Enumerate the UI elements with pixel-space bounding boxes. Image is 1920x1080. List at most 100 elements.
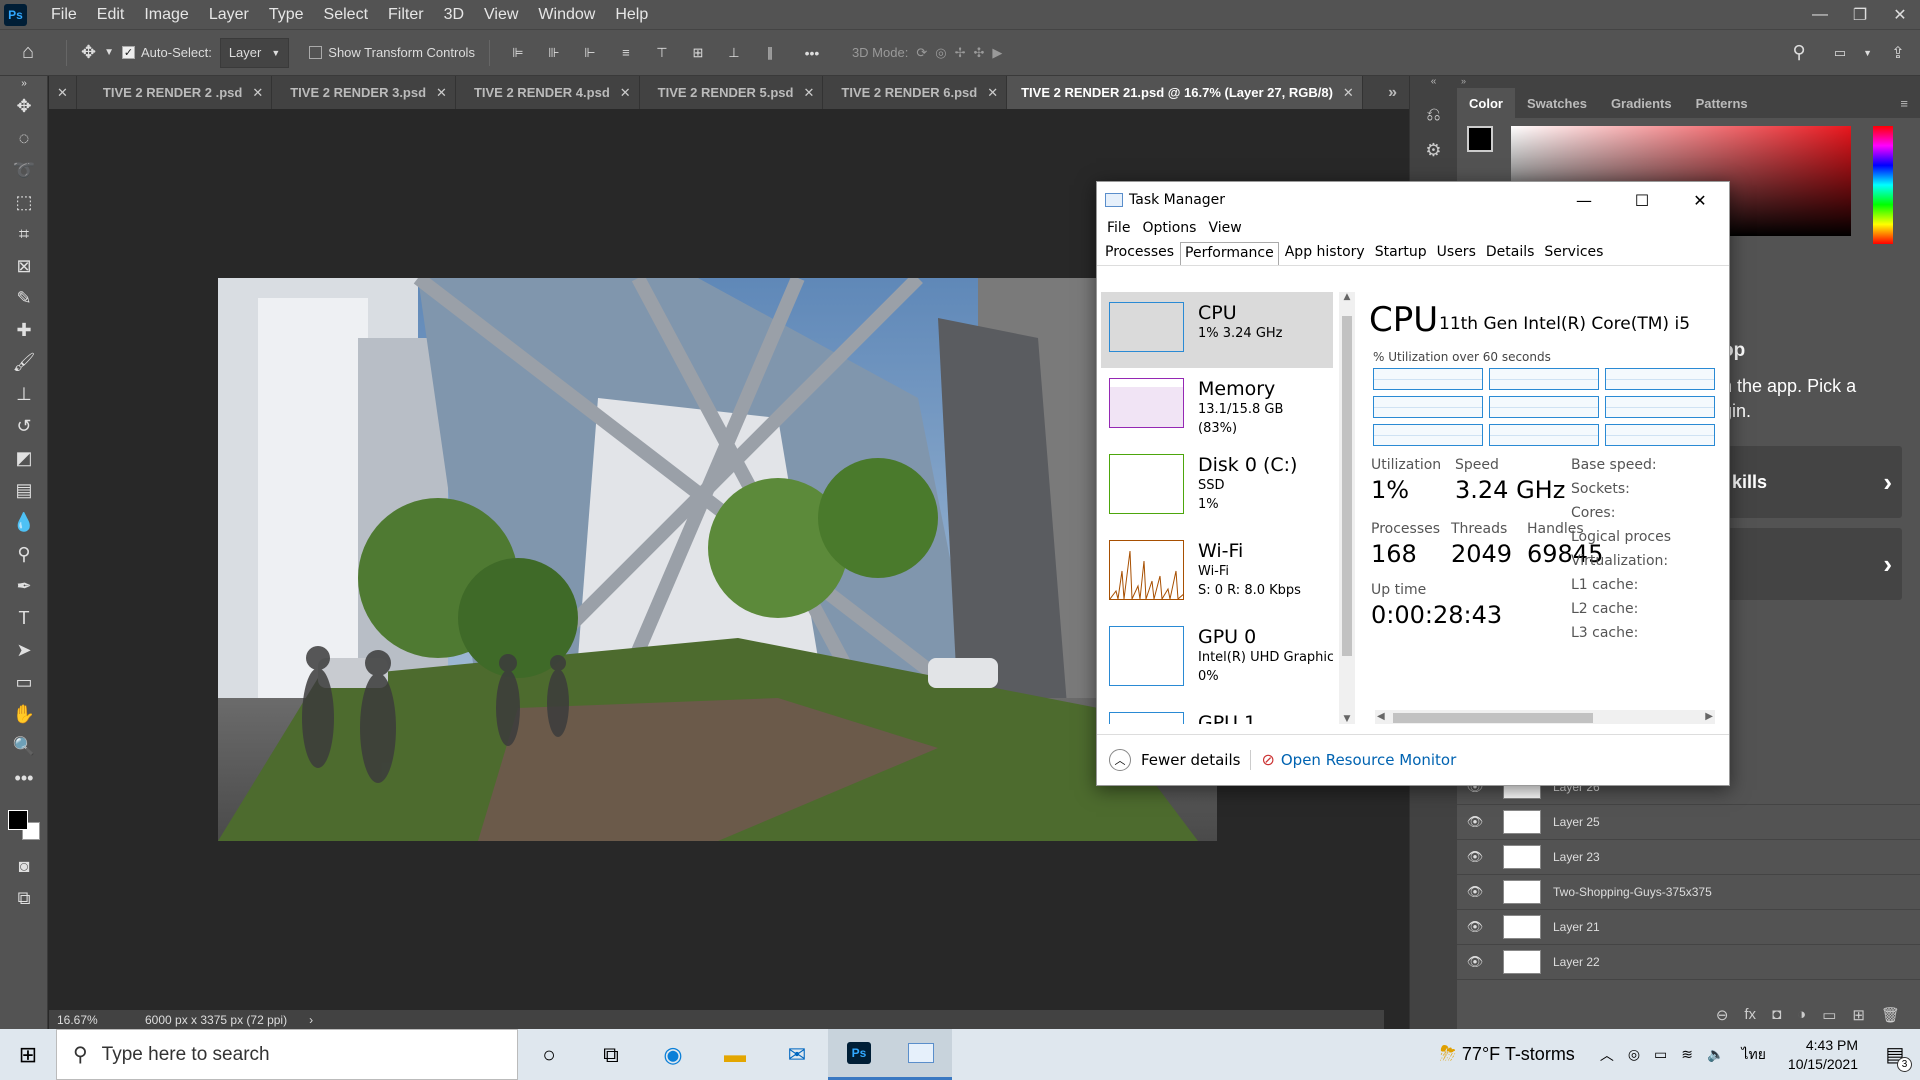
scrollbar-thumb[interactable] (1342, 316, 1352, 656)
menu-view[interactable]: View (474, 6, 528, 24)
menu-window[interactable]: Window (528, 6, 605, 24)
collapse-icon[interactable]: » (0, 76, 48, 90)
move-tool-icon[interactable]: ✥ (0, 90, 48, 122)
share-icon[interactable]: ⇪ (1880, 38, 1916, 68)
layer-row[interactable]: 👁 Two-Shopping-Guys-375x375 (1457, 875, 1920, 910)
zoom-tool-icon[interactable]: 🔍 (0, 730, 48, 762)
mail-icon[interactable]: ✉ (766, 1029, 828, 1080)
weather-icon[interactable]: ⛈ (1440, 1043, 1456, 1066)
scroll-down-icon[interactable]: ▼ (1339, 714, 1355, 724)
webcam-icon[interactable]: ◎ (1628, 1046, 1640, 1063)
eraser-tool-icon[interactable]: ◩ (0, 442, 48, 474)
layer-row[interactable]: 👁 Layer 21 (1457, 910, 1920, 945)
tab-performance[interactable]: Performance (1180, 242, 1279, 265)
clock[interactable]: 4:43 PM 10/15/2021 (1788, 1036, 1858, 1074)
open-resource-monitor-link[interactable]: Open Resource Monitor (1281, 751, 1456, 769)
type-tool-icon[interactable]: T (0, 602, 48, 634)
tab-render-2[interactable]: ✕ (49, 76, 77, 109)
edit-toolbar-icon[interactable]: ••• (0, 762, 48, 794)
tm-menu-file[interactable]: File (1101, 218, 1136, 242)
taskbar-search-box[interactable]: ⚲ Type here to search (56, 1029, 518, 1080)
link-layers-icon[interactable]: ⊖ (1716, 1006, 1729, 1024)
brush-tool-icon[interactable]: 🖌 (0, 346, 48, 378)
close-icon[interactable]: ✕ (252, 85, 263, 101)
collapse-icon[interactable]: » (1457, 76, 1920, 88)
new-layer-icon[interactable]: ⊞ (1852, 1006, 1865, 1024)
tab-render-5[interactable]: TIVE 2 RENDER 5.psd ✕ (640, 76, 824, 109)
status-menu-icon[interactable]: › (309, 1013, 313, 1027)
color-swatches[interactable] (0, 794, 47, 850)
close-icon[interactable]: ✕ (987, 85, 998, 101)
windows-start-icon[interactable]: ⊞ (0, 1029, 56, 1080)
scrollbar-thumb[interactable] (1393, 713, 1593, 723)
resource-wifi[interactable]: Wi-Fi Wi-Fi S: 0 R: 8.0 Kbps (1101, 530, 1333, 616)
chevron-down-icon[interactable]: ▼ (1863, 38, 1872, 68)
learn-card-2[interactable]: › (1722, 528, 1902, 600)
hue-slider[interactable] (1873, 126, 1893, 244)
resource-memory[interactable]: Memory 13.1/15.8 GB (83%) (1101, 368, 1333, 444)
close-icon[interactable]: ✕ (803, 85, 814, 101)
add-mask-icon[interactable]: ◘ (1772, 1006, 1781, 1023)
tab-render-4[interactable]: TIVE 2 RENDER 4.psd ✕ (456, 76, 640, 109)
render-image[interactable] (218, 278, 1217, 841)
tab-render-2[interactable]: TIVE 2 RENDER 2 .psd ✕ (77, 76, 273, 109)
rectangle-tool-icon[interactable]: ▭ (0, 666, 48, 698)
tm-menu-view[interactable]: View (1202, 218, 1247, 242)
weather-text[interactable]: 77°F T-storms (1462, 1044, 1575, 1065)
clone-stamp-tool-icon[interactable]: ⊥ (0, 378, 48, 410)
gradient-tool-icon[interactable]: ▤ (0, 474, 48, 506)
history-panel-icon[interactable]: ⎌ (1410, 96, 1457, 132)
tab-color[interactable]: Color (1457, 88, 1515, 118)
close-icon[interactable]: ✕ (620, 85, 631, 101)
tm-minimize-button[interactable]: — (1555, 182, 1613, 218)
layer-row[interactable]: 👁 Layer 22 (1457, 945, 1920, 980)
chevron-up-icon[interactable]: ︿ (1600, 1045, 1614, 1065)
tab-app-history[interactable]: App history (1281, 242, 1369, 265)
healing-brush-tool-icon[interactable]: ✚ (0, 314, 48, 346)
menu-type[interactable]: Type (259, 6, 314, 24)
visibility-eye-icon[interactable]: 👁 (1457, 884, 1493, 900)
collapse-icon[interactable]: « (1410, 76, 1457, 96)
align-right-icon[interactable]: ⊩ (576, 38, 604, 68)
home-icon[interactable]: ⌂ (4, 38, 52, 68)
menu-image[interactable]: Image (134, 6, 198, 24)
tm-close-button[interactable]: ✕ (1671, 182, 1729, 218)
auto-select-target-dropdown[interactable]: Layer ▼ (219, 37, 290, 68)
blur-tool-icon[interactable]: 💧 (0, 506, 48, 538)
delete-layer-icon[interactable]: 🗑 (1881, 1006, 1900, 1024)
tab-details[interactable]: Details (1482, 242, 1539, 265)
chevron-down-icon[interactable]: ▼ (104, 38, 114, 68)
foreground-color-swatch[interactable] (8, 810, 28, 830)
tab-services[interactable]: Services (1540, 242, 1607, 265)
close-icon[interactable]: ✕ (57, 85, 68, 101)
object-selection-tool-icon[interactable]: ⬚ (0, 186, 48, 218)
fewer-details-link[interactable]: Fewer details (1141, 751, 1240, 769)
battery-icon[interactable]: ▭ (1654, 1046, 1667, 1063)
cortana-icon[interactable]: ○ (518, 1029, 580, 1080)
hand-tool-icon[interactable]: ✋ (0, 698, 48, 730)
history-brush-tool-icon[interactable]: ↺ (0, 410, 48, 442)
tab-render-6[interactable]: TIVE 2 RENDER 6.psd ✕ (823, 76, 1008, 109)
align-left-icon[interactable]: ⊫ (504, 38, 532, 68)
close-icon[interactable]: ✕ (436, 85, 447, 101)
resource-gpu1[interactable]: GPU 1 (1101, 702, 1333, 724)
search-icon[interactable]: ⚲ (1781, 38, 1817, 68)
pen-tool-icon[interactable]: ✒ (0, 570, 48, 602)
frame-tool-icon[interactable]: ⊠ (0, 250, 48, 282)
menu-help[interactable]: Help (605, 6, 658, 24)
restore-button[interactable]: ❐ (1840, 0, 1880, 29)
resource-list-scrollbar[interactable]: ▲ ▼ (1339, 292, 1355, 724)
menu-layer[interactable]: Layer (199, 6, 259, 24)
tab-swatches[interactable]: Swatches (1515, 88, 1599, 118)
notifications-icon[interactable]: ▤ 3 (1870, 1029, 1920, 1080)
show-transform-checkbox[interactable]: Show Transform Controls (309, 38, 475, 68)
tab-processes[interactable]: Processes (1101, 242, 1178, 265)
wifi-icon[interactable]: ≋ (1681, 1046, 1693, 1063)
resource-disk[interactable]: Disk 0 (C:) SSD 1% (1101, 444, 1333, 530)
minimize-button[interactable]: — (1800, 0, 1840, 29)
quick-mask-icon[interactable]: ◙ (0, 850, 48, 882)
tm-menu-options[interactable]: Options (1136, 218, 1202, 242)
volume-icon[interactable]: 🔈 (1707, 1046, 1724, 1063)
dodge-tool-icon[interactable]: ⚲ (0, 538, 48, 570)
close-icon[interactable]: ✕ (1343, 85, 1354, 101)
